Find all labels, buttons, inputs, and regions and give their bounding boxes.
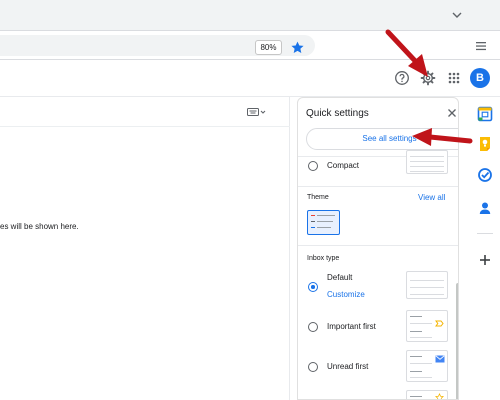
starred-marker-icon: [435, 393, 444, 399]
empty-state-message: es will be shown here.: [0, 222, 79, 231]
mail-toolbar: [0, 97, 290, 127]
theme-section-title: Theme: [307, 194, 329, 201]
density-compact-label: Compact: [327, 161, 360, 170]
inbox-important-first-radio[interactable]: [308, 322, 318, 332]
help-icon[interactable]: [394, 70, 410, 86]
address-bar[interactable]: 80%: [0, 35, 315, 56]
density-compact-radio[interactable]: [308, 161, 318, 171]
rail-divider: [477, 233, 493, 234]
zoom-level-badge[interactable]: 80%: [255, 40, 282, 55]
important-marker-icon: [435, 320, 444, 327]
inbox-type-section-title: Inbox type: [307, 255, 340, 262]
apps-grid-icon[interactable]: [446, 70, 462, 86]
quick-settings-title: Quick settings: [306, 108, 369, 119]
inbox-default-customize-link[interactable]: Customize: [327, 290, 365, 299]
inbox-starred-first-thumbnail[interactable]: [406, 390, 448, 399]
inbox-default-label: Default: [327, 273, 353, 282]
add-icon[interactable]: [477, 252, 493, 268]
inbox-default-radio[interactable]: [308, 282, 318, 292]
close-icon[interactable]: [446, 107, 458, 119]
quick-settings-scrollbar[interactable]: [456, 283, 458, 399]
account-avatar[interactable]: B: [470, 68, 490, 88]
hamburger-menu-icon[interactable]: [475, 41, 487, 51]
star-icon[interactable]: [290, 40, 305, 55]
divider: [298, 245, 458, 246]
inbox-unread-first-radio[interactable]: [308, 362, 318, 372]
mail-list-area: es will be shown here.: [0, 97, 290, 400]
tasks-icon[interactable]: [477, 167, 493, 183]
unread-envelope-icon: [435, 355, 445, 363]
keep-icon[interactable]: [477, 136, 493, 152]
browser-tabstrip: [0, 0, 500, 31]
inbox-important-first-label: Important first: [327, 322, 376, 331]
side-panel-rail: [470, 97, 500, 400]
inbox-unread-first-thumbnail[interactable]: [406, 350, 448, 382]
inbox-unread-first-label: Unread first: [327, 362, 369, 371]
theme-thumbnail[interactable]: [307, 210, 340, 235]
see-all-settings-button[interactable]: See all settings: [306, 128, 458, 150]
app-header: B: [0, 60, 500, 97]
keyboard-icon[interactable]: [247, 107, 267, 117]
quick-settings-panel: Quick settings See all settings Compact …: [297, 97, 459, 400]
theme-view-all-link[interactable]: View all: [418, 193, 445, 202]
calendar-icon[interactable]: [477, 106, 493, 122]
gear-icon[interactable]: [420, 70, 436, 86]
inbox-default-thumbnail[interactable]: [406, 271, 448, 299]
inbox-important-first-thumbnail[interactable]: [406, 310, 448, 342]
density-compact-thumbnail[interactable]: [406, 150, 448, 174]
divider: [298, 186, 458, 187]
browser-toolbar: 80%: [0, 31, 500, 60]
chevron-down-icon[interactable]: [451, 10, 463, 20]
contacts-icon[interactable]: [477, 200, 493, 216]
